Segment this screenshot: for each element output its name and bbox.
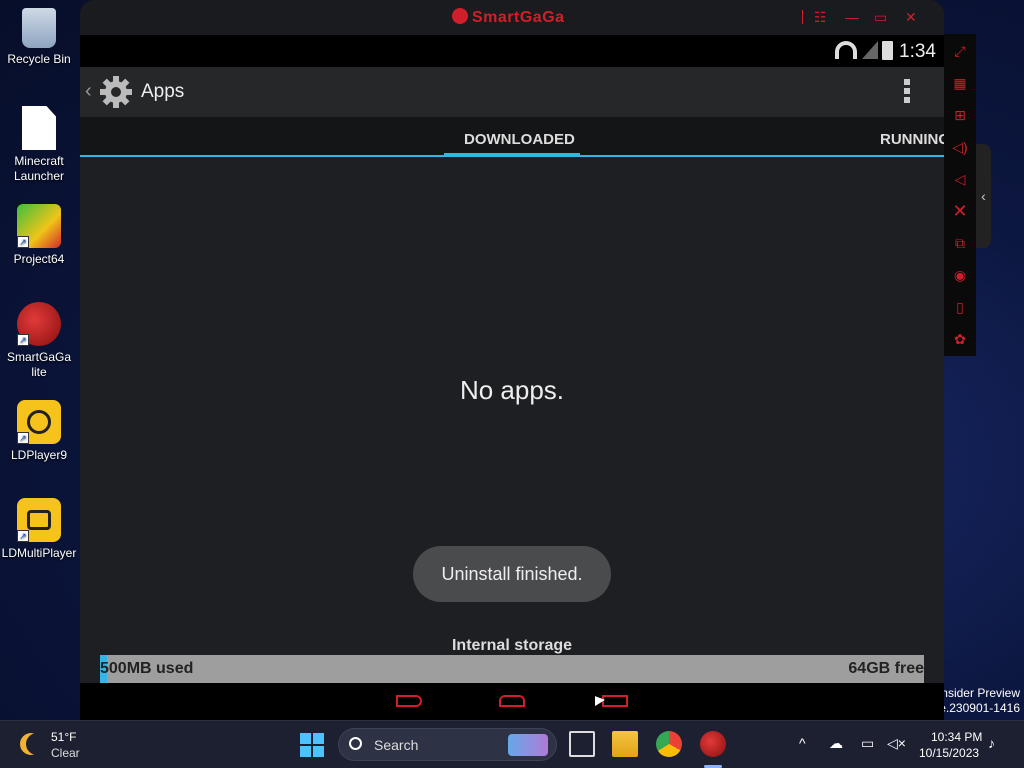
android-nav-bar [80,683,944,720]
shortcut-arrow-icon: ↗ [17,530,29,542]
desktop-icon-label: Recycle Bin [7,52,71,66]
close-icon[interactable]: ✕ [905,9,917,25]
onedrive-icon[interactable]: ☁ [829,735,843,752]
signal-icon [862,41,878,59]
toast-message: Uninstall finished. [413,546,611,602]
volume-muted-icon[interactable]: ◁× [887,735,906,752]
overflow-menu-icon[interactable] [904,79,910,106]
status-time: 1:34 [899,41,936,62]
storage-used: 500MB used [100,660,194,677]
desktop-icon-recycle-bin[interactable]: Recycle Bin [0,8,78,67]
desktop-icon-smartgaga-lite[interactable]: ↗ SmartGaGa lite [0,302,78,380]
smartgaga-icon: ↗ [17,302,61,346]
keyboard-icon[interactable]: ▦ [951,74,969,92]
desktop-icon-label: Minecraft Launcher [13,154,65,183]
storage-label: Internal storage [451,637,573,654]
search-placeholder: Search [374,737,419,753]
search-highlight-icon [508,734,548,756]
desktop-icon-ldplayer9[interactable]: ↗ LDPlayer9 [0,400,78,463]
chrome-icon[interactable] [656,731,682,757]
settings-gear-icon[interactable] [99,75,133,109]
nav-home-icon[interactable] [499,695,525,707]
taskbar-search[interactable]: Search [338,728,557,761]
search-icon [349,737,362,750]
file-explorer-icon[interactable] [612,731,638,757]
shortcut-arrow-icon: ↗ [17,432,29,444]
empty-message: No apps. [459,375,565,405]
desktop-icon-project64[interactable]: ↗ Project64 [0,204,78,267]
moon-icon[interactable] [26,733,48,755]
shortcut-arrow-icon: ↗ [17,236,29,248]
emulator-logo: SmartGaGa [452,8,565,27]
desktop-icon-label: LDPlayer9 [10,448,68,462]
nav-recents-icon[interactable] [602,695,628,707]
sidebar-collapse-chevron-icon[interactable]: ‹ [976,144,991,248]
start-button[interactable] [300,733,324,757]
volume-down-icon[interactable]: ◁ [951,170,969,188]
clock-time[interactable]: 10:34 PM [931,730,982,744]
ldmultiplayer-icon: ↗ [17,498,61,542]
tray-chevron-up-icon[interactable]: ^ [799,735,806,751]
location-icon[interactable]: ◉ [951,266,969,284]
emulator-title-bar[interactable]: SmartGaGa ☷ — ▭ ✕ [80,0,944,35]
tab-downloaded[interactable]: DOWNLOADED [464,131,575,148]
volume-up-icon[interactable]: ◁) [951,138,969,156]
weather-condition[interactable]: Clear [51,746,80,760]
desktop-icon-label: LDMultiPlayer [1,546,77,560]
document-icon [22,106,56,150]
desktop-icon-label: Project64 [13,252,65,266]
title-separator [802,10,803,24]
battery-icon [882,41,893,60]
emulator-window: SmartGaGa ☷ — ▭ ✕ 1:34 ‹ Apps DOWNLOADED… [80,0,944,720]
smartgaga-taskbar-icon[interactable] [700,731,726,757]
fullscreen-icon[interactable]: ⤢ [951,42,969,60]
android-status-bar: 1:34 [80,35,944,67]
minimize-icon[interactable]: — [845,9,859,25]
recycle-bin-icon [22,8,56,48]
ldplayer-icon: ↗ [17,400,61,444]
notification-bell-icon[interactable]: ♪ [988,735,995,751]
tab-running[interactable]: RUNNING [880,131,944,148]
close-app-icon[interactable]: ✕ [951,202,969,220]
desktop-icon-label: SmartGaGa lite [6,350,72,379]
menu-icon[interactable]: ☷ [814,9,827,25]
apps-list-area: No apps. Uninstall finished. Internal st… [80,157,944,683]
wifi-icon [835,41,857,59]
network-icon[interactable]: ▭ [861,735,874,752]
desktop-icon-minecraft-launcher[interactable]: Minecraft Launcher [0,106,78,184]
storage-free: 64GB free [848,660,924,677]
apk-install-icon[interactable]: ⊞ [951,106,969,124]
shortcut-arrow-icon: ↗ [17,334,29,346]
settings-icon[interactable]: ✿ [951,330,969,348]
nav-back-icon[interactable] [396,695,422,707]
multi-instance-icon[interactable]: ⧉ [951,234,969,252]
action-bar: ‹ Apps [80,67,944,117]
action-bar-title: Apps [141,81,185,102]
project64-icon: ↗ [17,204,61,248]
taskbar: 51°F Clear Search ^ ☁ ▭ ◁× 10:34 PM 10/1… [0,720,1024,768]
weather-temp[interactable]: 51°F [51,730,76,744]
maximize-icon[interactable]: ▭ [874,9,887,25]
storage-bar: 500MB used 64GB free [100,655,924,683]
task-view-icon[interactable] [569,731,595,757]
watermark-line1: nsider Preview [941,686,1020,700]
tab-strip: DOWNLOADED RUNNING [80,117,944,157]
shake-icon[interactable]: ▯ [951,298,969,316]
back-chevron-icon[interactable]: ‹ [85,80,92,103]
clock-date[interactable]: 10/15/2023 [919,746,979,760]
desktop-icon-ldmultiplayer[interactable]: ↗ LDMultiPlayer [0,498,78,561]
emulator-sidebar: ⤢ ▦ ⊞ ◁) ◁ ✕ ⧉ ◉ ▯ ✿ [944,34,976,356]
smartgaga-logo-icon [452,8,468,24]
